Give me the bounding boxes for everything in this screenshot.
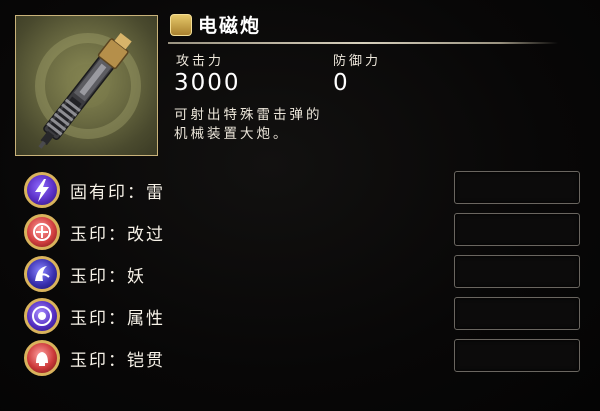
seal-slot[interactable] <box>454 255 580 288</box>
seal-slot[interactable] <box>454 171 580 204</box>
seal-row-armor-pierce[interactable]: 玉印：铠贯 <box>20 338 585 378</box>
attribute-seal-icon <box>24 298 60 334</box>
seal-row-innate[interactable]: 固有印：雷 <box>20 170 585 210</box>
railgun-icon <box>35 32 141 149</box>
item-category-icon <box>170 14 192 36</box>
yokai-seal-icon <box>24 256 60 292</box>
seal-name: 玉印：妖 <box>70 267 146 287</box>
defense-label: 防御力 <box>333 54 382 69</box>
attack-value: 3000 <box>174 70 241 96</box>
attack-label: 攻击力 <box>176 54 225 69</box>
seal-slot[interactable] <box>454 213 580 246</box>
item-detail-panel: 电磁炮 攻击力 3000 防御力 0 可射出特殊雷击弹的 机械装置大炮。 固有印… <box>0 0 600 411</box>
seal-row-attribute[interactable]: 玉印：属性 <box>20 296 585 336</box>
seal-name: 玉印：铠贯 <box>70 351 165 371</box>
seal-name: 固有印：雷 <box>70 183 165 203</box>
armor-pierce-seal-icon <box>24 340 60 376</box>
item-image <box>15 15 158 156</box>
item-name: 电磁炮 <box>198 15 262 37</box>
title-divider <box>168 42 558 44</box>
seal-slot[interactable] <box>454 297 580 330</box>
lightning-seal-icon <box>24 172 60 208</box>
defense-value: 0 <box>333 70 350 96</box>
reform-seal-icon <box>24 214 60 250</box>
seal-row-yokai[interactable]: 玉印：妖 <box>20 254 585 294</box>
seal-name: 玉印：改过 <box>70 225 165 245</box>
seal-name: 玉印：属性 <box>70 309 165 329</box>
description-line-2: 机械装置大炮。 <box>174 126 290 142</box>
description-line-1: 可射出特殊雷击弹的 <box>174 107 323 123</box>
seal-slot[interactable] <box>454 339 580 372</box>
seal-row-reform[interactable]: 玉印：改过 <box>20 212 585 252</box>
